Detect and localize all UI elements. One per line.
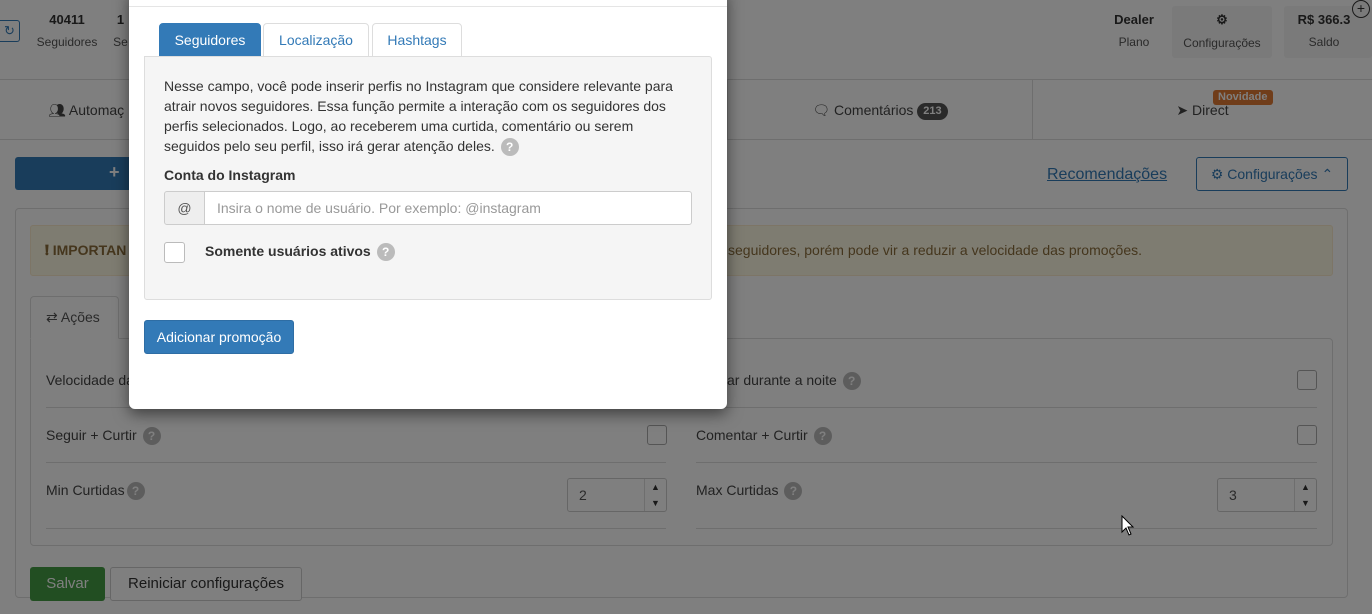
help-icon[interactable]: ? bbox=[500, 138, 519, 157]
followers-description-text: Nesse campo, você pode inserir perfis no… bbox=[164, 78, 673, 154]
instagram-username-input[interactable] bbox=[204, 191, 692, 225]
at-sign-addon: @ bbox=[164, 191, 205, 225]
mouse-cursor-icon bbox=[1121, 515, 1135, 536]
tab-location[interactable]: Localização bbox=[263, 23, 369, 57]
tab-followers[interactable]: Seguidores bbox=[159, 23, 261, 57]
active-users-checkbox[interactable] bbox=[164, 242, 185, 263]
active-users-label: Somente usuários ativos ? bbox=[205, 241, 395, 262]
modal-header-divider bbox=[129, 6, 727, 7]
help-icon[interactable]: ? bbox=[376, 243, 395, 262]
active-users-label-text: Somente usuários ativos bbox=[205, 243, 371, 259]
add-promotion-button[interactable]: Adicionar promoção bbox=[144, 320, 294, 354]
followers-tab-panel: Nesse campo, você pode inserir perfis no… bbox=[144, 56, 712, 300]
add-promotion-modal: Seguidores Localização Hashtags Nesse ca… bbox=[129, 0, 727, 409]
instagram-account-label: Conta do Instagram bbox=[164, 167, 296, 183]
followers-description: Nesse campo, você pode inserir perfis no… bbox=[164, 76, 684, 157]
tab-hashtags[interactable]: Hashtags bbox=[372, 23, 462, 57]
